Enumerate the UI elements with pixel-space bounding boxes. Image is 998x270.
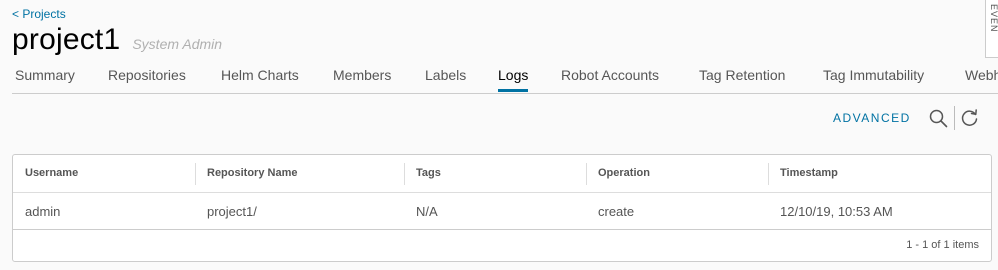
- tab-summary[interactable]: Summary: [15, 67, 75, 92]
- column-separator[interactable]: [404, 163, 405, 185]
- tab-repositories[interactable]: Repositories: [108, 67, 186, 92]
- tab-tag-immutability[interactable]: Tag Immutability: [823, 67, 924, 92]
- tab-helm-charts[interactable]: Helm Charts: [221, 67, 299, 92]
- search-icon[interactable]: [928, 108, 948, 128]
- column-header-username[interactable]: Username: [25, 167, 78, 179]
- user-role-label: System Admin: [132, 36, 223, 52]
- project-page: < Projects project1 System Admin EVEN Su…: [0, 0, 998, 270]
- column-separator[interactable]: [195, 163, 196, 185]
- column-header-tags[interactable]: Tags: [416, 167, 441, 179]
- side-panel-tab[interactable]: EVEN: [985, 0, 998, 58]
- project-tabs: Summary Repositories Helm Charts Members…: [0, 58, 998, 94]
- cell-tags: N/A: [416, 204, 438, 219]
- column-header-repository-name[interactable]: Repository Name: [207, 167, 297, 179]
- tab-members[interactable]: Members: [333, 67, 391, 92]
- table-row: admin project1/ N/A create 12/10/19, 10:…: [13, 193, 991, 230]
- cell-repository-name: project1/: [207, 204, 257, 219]
- cell-username: admin: [25, 204, 61, 219]
- refresh-icon[interactable]: [960, 108, 980, 128]
- title-row: project1 System Admin: [12, 22, 222, 58]
- tab-tag-retention[interactable]: Tag Retention: [699, 67, 785, 92]
- column-header-timestamp[interactable]: Timestamp: [780, 167, 838, 179]
- column-separator[interactable]: [768, 163, 769, 185]
- column-header-operation[interactable]: Operation: [598, 167, 650, 179]
- column-separator[interactable]: [586, 163, 587, 185]
- tab-robot-accounts[interactable]: Robot Accounts: [561, 67, 659, 92]
- table-header: Username Repository Name Tags Operation …: [13, 155, 991, 193]
- tab-labels[interactable]: Labels: [425, 67, 466, 92]
- tab-webhooks[interactable]: Webhooks: [965, 67, 998, 92]
- cell-timestamp: 12/10/19, 10:53 AM: [780, 204, 893, 219]
- cell-operation: create: [598, 204, 635, 219]
- tab-logs[interactable]: Logs: [498, 67, 529, 92]
- advanced-button[interactable]: ADVANCED: [833, 111, 911, 125]
- page-title: project1: [12, 23, 121, 56]
- tabs-divider: [12, 93, 998, 94]
- side-panel-tab-label: EVEN: [989, 4, 998, 33]
- audit-log-table: Username Repository Name Tags Operation …: [12, 154, 992, 262]
- pagination-summary: 1 - 1 of 1 items: [906, 239, 979, 251]
- toolbar-divider: [954, 106, 955, 130]
- back-to-projects-link[interactable]: < Projects: [12, 7, 66, 21]
